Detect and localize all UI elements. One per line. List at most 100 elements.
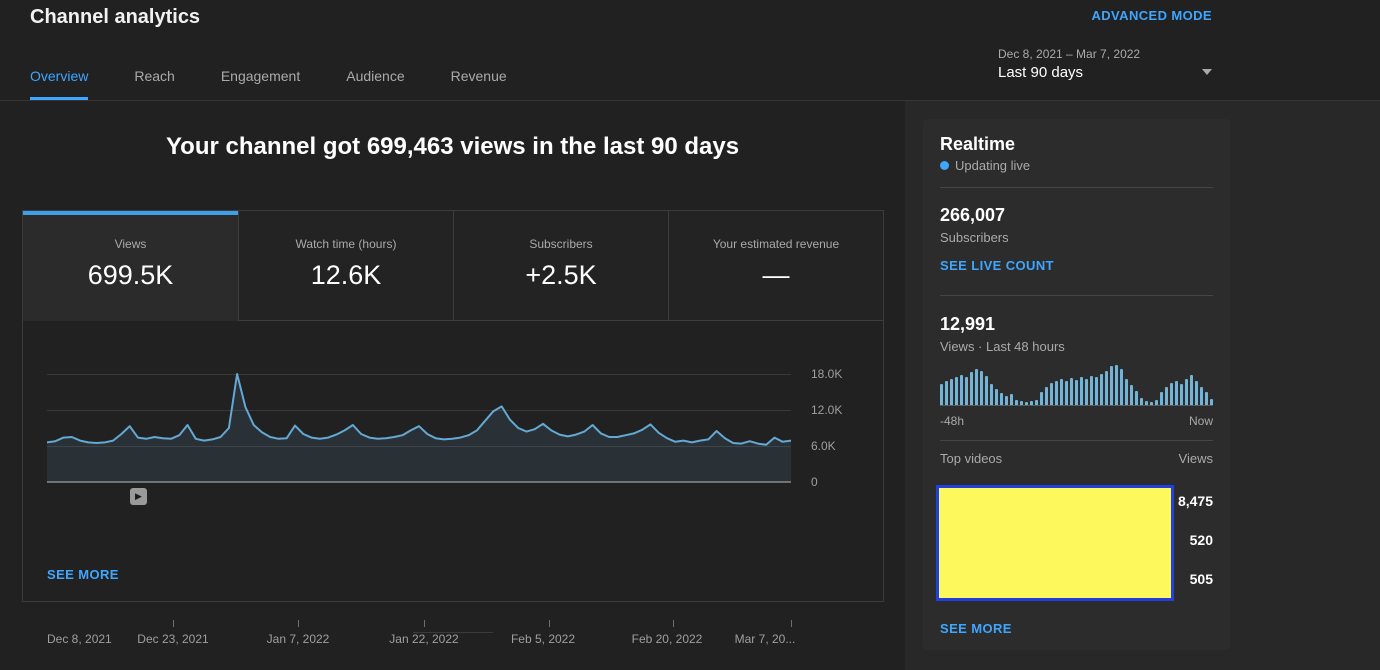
date-range-text: Dec 8, 2021 – Mar 7, 2022 [998,47,1141,61]
views-column-header: Views [1178,451,1213,466]
metric-tab-views[interactable]: Views 699.5K [23,211,238,321]
x-tick [173,620,174,627]
video-publish-marker-icon[interactable]: ▶ [130,488,147,505]
realtime-bar [970,372,974,405]
realtime-bar [1140,397,1144,405]
bar-axis-end-label: Now [1188,414,1213,428]
realtime-bar [1085,379,1089,405]
realtime-bar [1150,401,1154,405]
realtime-bar [1045,386,1049,405]
views-line-chart[interactable] [47,321,791,484]
metric-tab-watch-time[interactable]: Watch time (hours) 12.6K [238,211,453,321]
top-video-views: 505 [1189,571,1213,587]
y-tick-label: 0 [811,475,818,489]
metric-tab-subscribers[interactable]: Subscribers +2.5K [453,211,668,321]
chevron-down-icon [1202,69,1212,75]
tab-reach[interactable]: Reach [134,68,174,100]
tab-overview[interactable]: Overview [30,68,89,100]
section-divider [413,632,493,633]
x-tick-label: Jan 22, 2022 [389,632,459,646]
x-tick [424,620,425,627]
realtime-bar [1185,379,1189,405]
realtime-see-more-link[interactable]: SEE MORE [940,621,1012,636]
bar-axis-start-label: -48h [940,414,965,428]
realtime-bar-chart[interactable] [940,365,1214,406]
realtime-card: Realtime Updating live 266,007 Subscribe… [923,119,1230,650]
see-live-count-link[interactable]: SEE LIVE COUNT [940,258,1054,273]
main-content: Your channel got 699,463 views in the la… [0,101,905,670]
realtime-bar [1055,381,1059,405]
y-tick-label: 6.0K [811,439,836,453]
top-videos-header: Top videos [940,451,1003,466]
date-range-picker[interactable]: Dec 8, 2021 – Mar 7, 2022 Last 90 days [998,47,1212,81]
x-tick [549,620,550,627]
realtime-views-label: Views · Last 48 hours [940,339,1065,354]
realtime-bar [1025,401,1029,405]
realtime-bar [1155,400,1159,405]
realtime-bar [1115,365,1119,405]
realtime-bar [1135,391,1139,405]
realtime-bar [1015,399,1019,405]
realtime-bar [1020,401,1024,405]
realtime-views-count: 12,991 [940,314,996,334]
tab-engagement[interactable]: Engagement [221,68,300,100]
metric-label: Subscribers [529,237,593,251]
divider [940,440,1213,441]
realtime-bar [1180,384,1184,405]
x-tick [673,620,674,627]
realtime-bar [980,370,984,405]
x-tick [791,620,792,627]
realtime-bar [1200,386,1204,405]
metric-tab-revenue[interactable]: Your estimated revenue — [668,211,883,321]
tab-revenue[interactable]: Revenue [451,68,507,100]
metric-label: Views [114,237,147,251]
realtime-bar [1125,379,1129,405]
realtime-bar [1000,393,1004,405]
x-tick-label: Feb 20, 2022 [631,632,703,646]
realtime-subscribers-label: Subscribers [940,230,1009,245]
realtime-bar [1175,381,1179,405]
metric-value: 699.5K [87,260,174,290]
realtime-bar [1005,396,1009,405]
metric-label: Watch time (hours) [295,237,397,251]
page-title: Channel analytics [30,6,201,28]
x-tick-label: Dec 8, 2021 [47,632,112,646]
realtime-bar [1070,378,1074,405]
top-video-views: 520 [1189,532,1213,548]
realtime-bar [1065,381,1069,405]
top-video-views: 8,475 [1177,493,1213,509]
realtime-bar [1040,392,1044,405]
metric-value: +2.5K [525,260,597,290]
see-more-link[interactable]: SEE MORE [47,567,119,582]
divider [940,295,1213,296]
overview-card: Views 699.5K Watch time (hours) 12.6K Su… [22,210,884,646]
tab-audience[interactable]: Audience [346,68,404,100]
realtime-bar [1010,394,1014,405]
realtime-bar [1095,377,1099,405]
line-chart-area-fill [47,374,791,482]
realtime-bar [940,384,944,405]
realtime-bar [995,389,999,405]
advanced-mode-link[interactable]: ADVANCED MODE [1091,8,1212,23]
y-tick-label: 18.0K [811,367,843,381]
realtime-bar [945,381,949,405]
right-rail: Realtime Updating live 266,007 Subscribe… [905,101,1380,670]
realtime-bar [1205,392,1209,405]
realtime-bar [1075,380,1079,405]
y-tick-label: 12.0K [811,403,843,417]
divider [940,187,1213,188]
analytics-tabs: Overview Reach Engagement Audience Reven… [30,68,507,100]
realtime-bar [1105,371,1109,405]
realtime-bar [990,384,994,405]
realtime-bar [1100,373,1104,405]
realtime-bar [1130,385,1134,405]
x-tick-label: Feb 5, 2022 [510,632,576,646]
realtime-bar [1030,401,1034,405]
realtime-bar [1060,379,1064,405]
updating-live-label: Updating live [955,158,1031,173]
realtime-bar [1110,365,1114,405]
x-tick-label: Jan 7, 2022 [266,632,330,646]
x-tick [298,620,299,627]
realtime-bar [965,377,969,405]
realtime-bar [1160,391,1164,405]
